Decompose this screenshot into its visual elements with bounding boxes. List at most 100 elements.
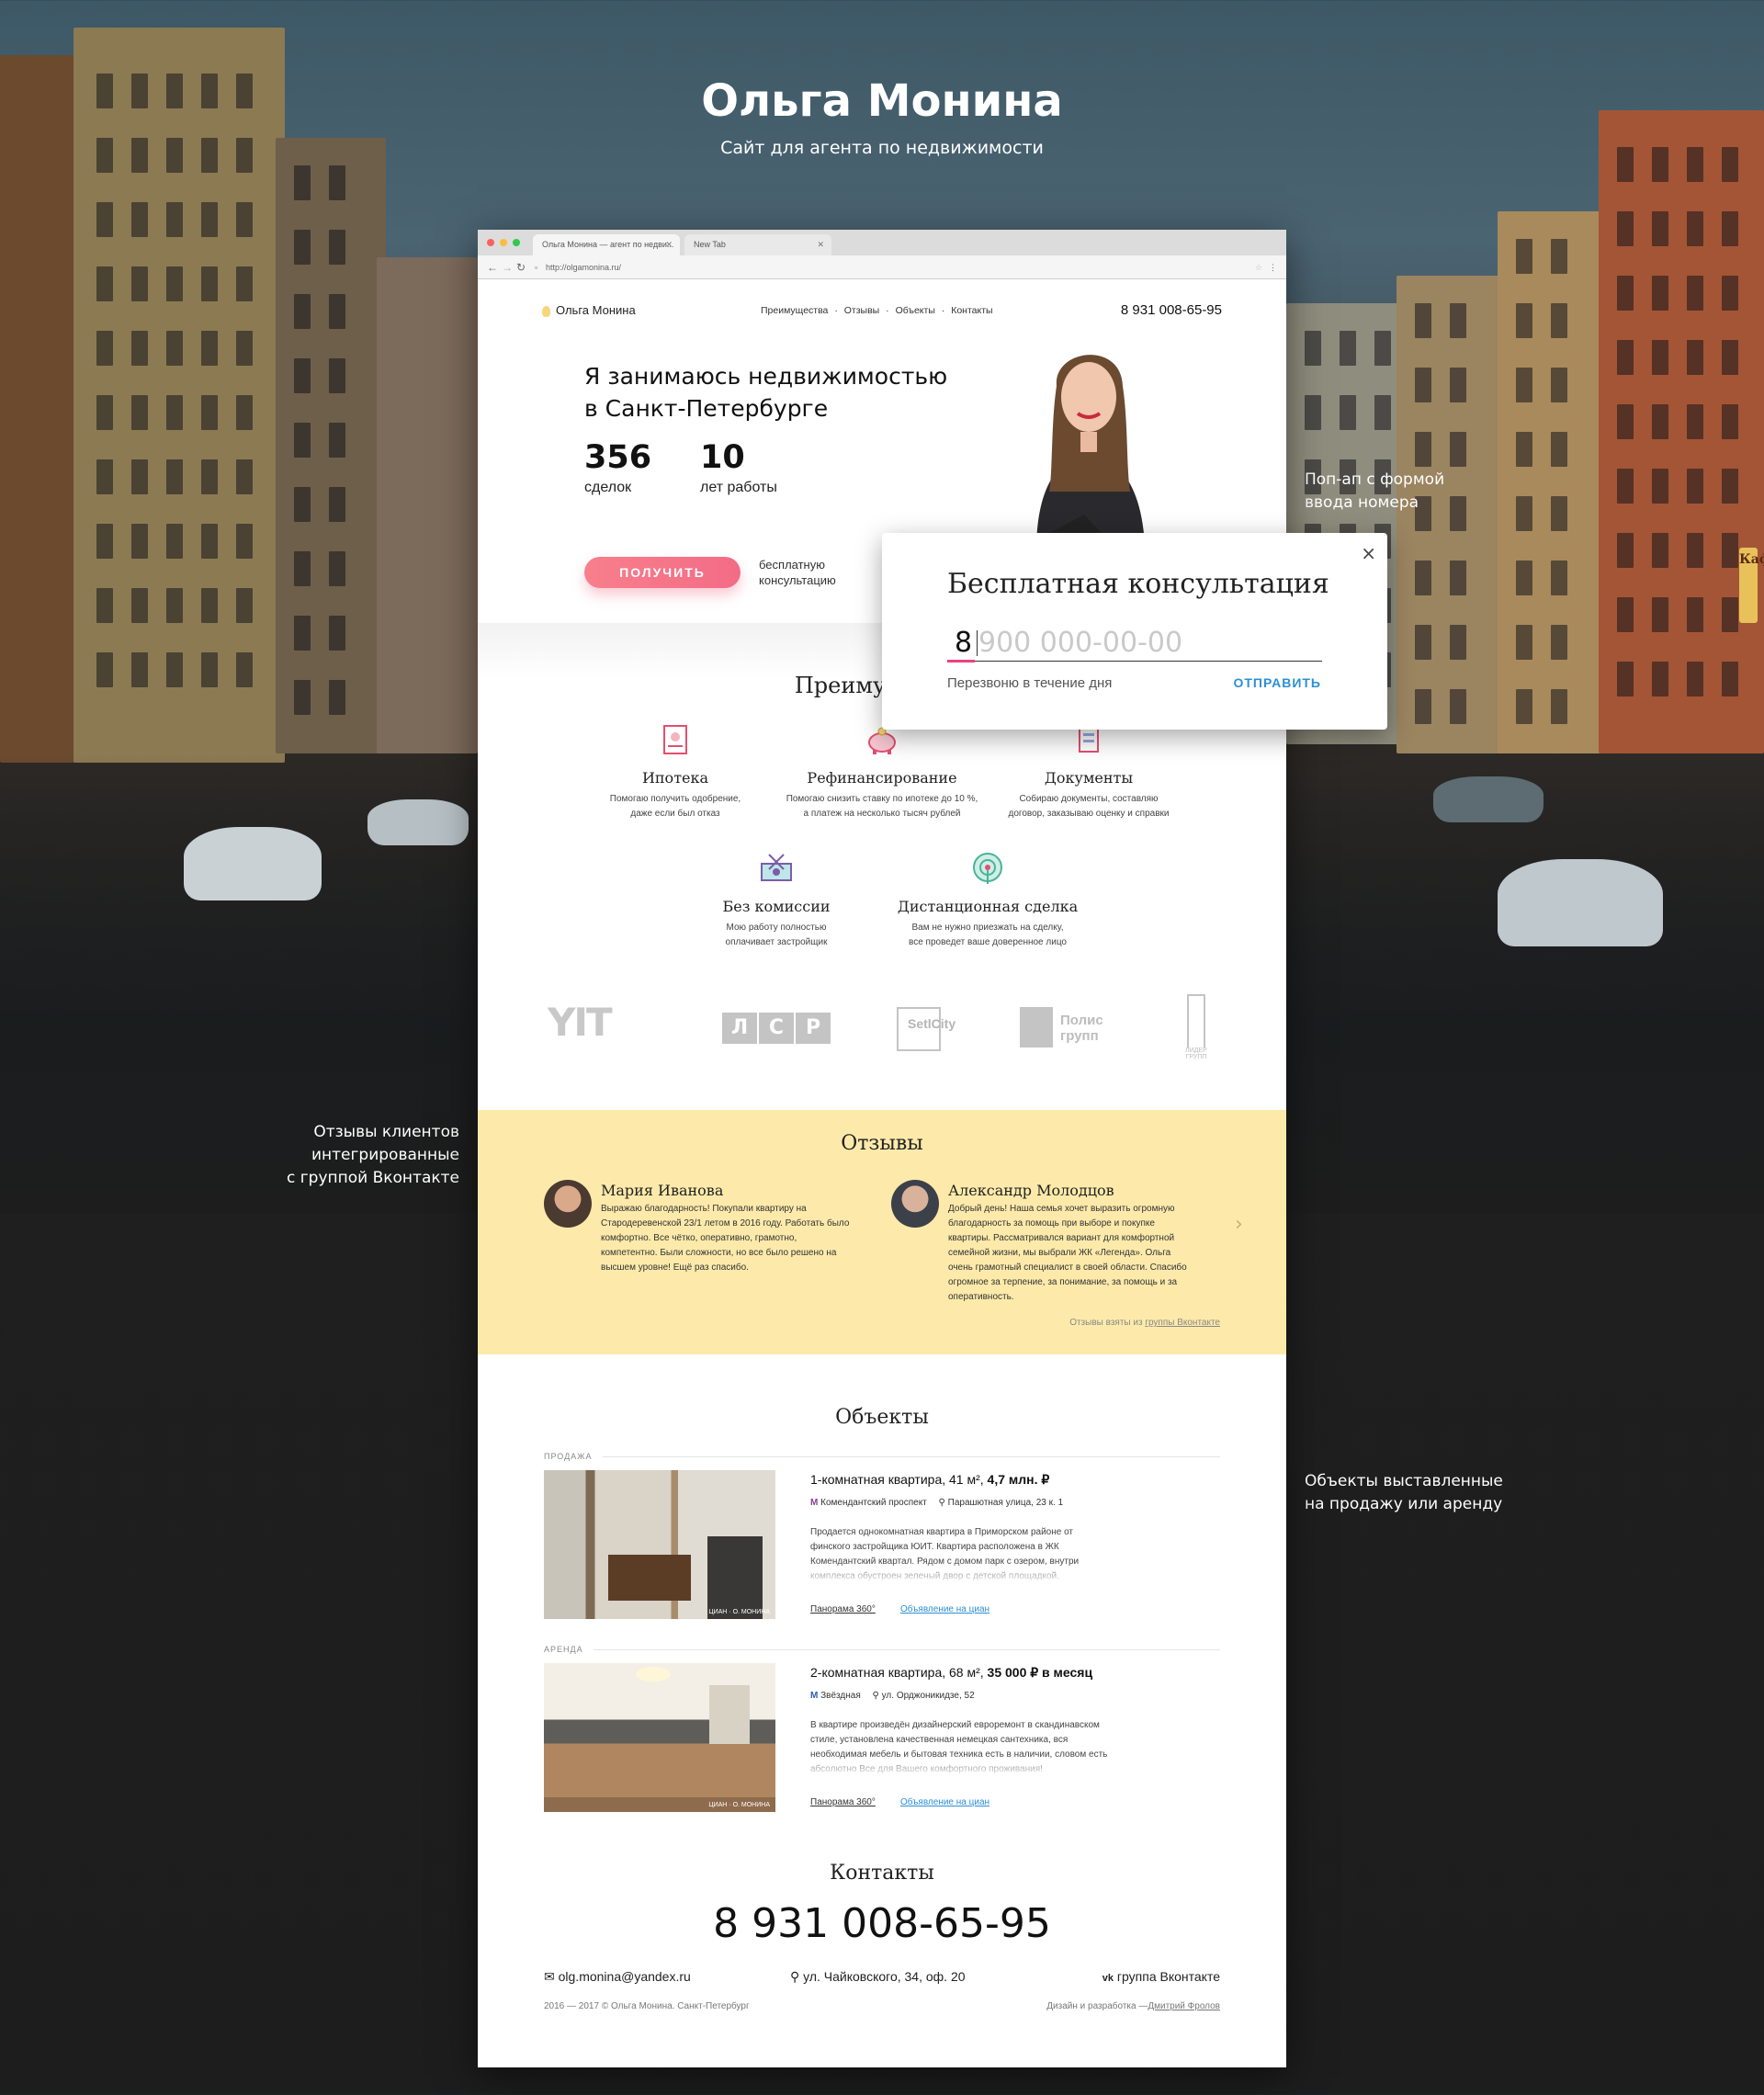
divider [603,1456,1220,1457]
building-window [201,202,218,237]
consultation-popup: × Бесплатная консультация 8 900 000-00-0… [882,533,1387,730]
building-window [1652,340,1668,375]
advantage-documents: Документы Собираю документы, составляю до… [974,722,1204,821]
building-window [1415,625,1431,660]
bookmark-star-icon[interactable]: ☆ [1255,255,1262,279]
building-window [166,524,183,559]
agent-portrait [1029,355,1145,544]
building-window [1516,368,1532,402]
reviewer-name-1: Мария Иванова [601,1182,724,1199]
building-window [1516,239,1532,274]
building-window [1516,625,1532,660]
building-window [96,459,113,494]
url-field[interactable]: http://olgamonina.ru/ [546,255,621,279]
menu-item-advantages[interactable]: Преимущества [761,305,828,316]
building-window [1722,533,1738,568]
get-consultation-button[interactable]: ПОЛУЧИТЬ [584,557,741,588]
building-window [1374,331,1391,366]
vk-group-link[interactable]: группы Вконтакте [1145,1318,1220,1328]
mail-icon: ✉ [544,1969,555,1984]
footer-copyright: 2016 — 2017 © Ольга Монина. Санкт-Петерб… [544,2001,750,2011]
minimize-window-dot[interactable] [500,239,507,246]
certificate-icon [663,725,687,754]
browser-tab-strip: Ольга Монина — агент по недви... ✕ New Ta… [478,230,1286,255]
browser-window: Ольга Монина — агент по недви... ✕ New Ta… [478,230,1286,2067]
building-window [1305,331,1321,366]
building-window [131,652,148,687]
close-tab-icon[interactable]: ✕ [817,234,824,255]
building-window [131,331,148,366]
object-photo-sale[interactable]: ЦИАН · О. МОНИНА [544,1470,775,1619]
building-window [201,395,218,430]
building-window [236,459,253,494]
reviewer-name-2: Александр Молодцов [948,1182,1114,1199]
contact-vk[interactable]: vk группа Вконтакте [1102,1969,1220,1984]
reload-icon[interactable]: ↻ [516,255,526,279]
panorama-link[interactable]: Панорама 360° [810,1604,876,1614]
page-icon: ▫ [535,263,538,272]
note-objects: Объекты выставленные на продажу или аренд… [1305,1472,1503,1513]
building-window [1340,395,1356,430]
panorama-link[interactable]: Панорама 360° [810,1797,876,1807]
designer-link[interactable]: Дмитрий Фролов [1148,2001,1220,2011]
close-icon[interactable]: × [1361,542,1376,564]
menu-item-objects[interactable]: Объекты [896,305,935,316]
note-popup: Поп-ап с формой ввода номера [1305,470,1445,512]
phone-input[interactable]: 8 900 000-00-00 [947,623,1322,662]
building-window [1617,469,1634,504]
menu-kebab-icon[interactable]: ⋮ [1269,255,1277,279]
building-window [1652,597,1668,632]
submit-button[interactable]: ОТПРАВИТЬ [1233,675,1321,690]
cian-link[interactable]: Объявление на циан [900,1797,989,1807]
pin-icon: ⚲ [872,1691,879,1701]
building-window [201,524,218,559]
object-photo-rent[interactable]: ЦИАН · О. МОНИНА [544,1663,775,1812]
header-phone[interactable]: 8 931 008-65-95 [1121,301,1222,320]
building-window [236,266,253,301]
menu-item-contacts[interactable]: Контакты [951,305,992,316]
partner-yit-logo: YIT [548,1000,613,1045]
building-window [1450,496,1466,531]
site-logo[interactable]: Ольга Монина [542,301,636,320]
building-window [1687,469,1703,504]
partner-polis-logo: Полис групп [1020,1007,1103,1048]
browser-tab-active[interactable]: Ольга Монина — агент по недви... ✕ [533,234,680,255]
building-window [1305,395,1321,430]
review-text-1: Выражаю благодарность! Покупали квартиру… [601,1204,850,1273]
close-tab-icon[interactable]: ✕ [665,234,673,255]
browser-tab-new[interactable]: New Tab ✕ [684,234,831,255]
building-window [1687,340,1703,375]
building-window [294,294,311,329]
reviews-section: Отзывы Мария Иванова Выражаю благодарнос… [478,1110,1286,1354]
building-window [1551,689,1567,724]
maximize-window-dot[interactable] [513,239,520,246]
building-window [1516,432,1532,467]
forward-icon[interactable]: → [502,255,513,279]
building-window [1722,276,1738,311]
cta-note: бесплатную консультацию [759,558,836,587]
close-window-dot[interactable] [487,239,494,246]
building-window [1722,597,1738,632]
building-right-3 [1498,211,1608,753]
building-window [96,202,113,237]
building-window [236,524,253,559]
building-window [1415,432,1431,467]
building-window [96,588,113,623]
hero-heading: Я занимаюсь недвижимостью в Санкт-Петербу… [584,363,948,422]
contact-email[interactable]: ✉ olg.monina@yandex.ru [544,1969,691,1985]
building-window [1551,561,1567,595]
building-window [236,395,253,430]
building-window [166,395,183,430]
boat-right-small [1433,776,1544,822]
advantage-remote-deal: Дистанционная сделка Вам не нужно приезж… [873,851,1102,950]
contacts-phone[interactable]: 8 931 008-65-95 [478,1900,1286,1947]
back-icon[interactable]: ← [487,255,498,279]
building-window [1617,597,1634,632]
building-window [1516,303,1532,338]
building-window [1722,404,1738,439]
menu-item-reviews[interactable]: Отзывы [844,305,879,316]
building-window [294,680,311,715]
cian-link[interactable]: Объявление на циан [900,1604,989,1614]
reviews-next-arrow[interactable]: › [1235,1213,1243,1236]
showcase-title: Ольга Монина [701,75,1063,127]
